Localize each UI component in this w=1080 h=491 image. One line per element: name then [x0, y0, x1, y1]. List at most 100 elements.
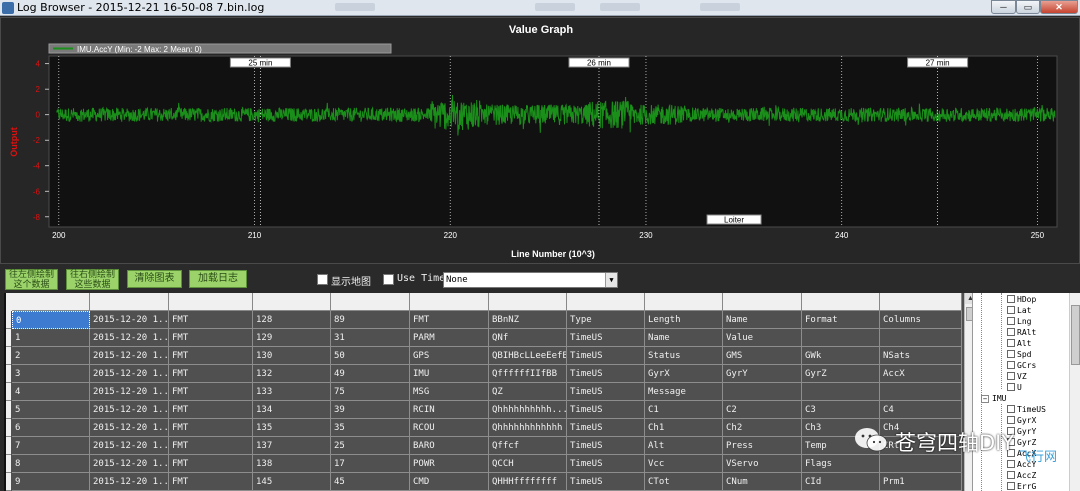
table-cell[interactable] — [802, 383, 880, 401]
table-cell[interactable]: 2015-12-20 1... — [90, 437, 169, 455]
table-cell[interactable]: Qhhhhhhhhhhhh — [489, 419, 567, 437]
table-cell[interactable]: TimeUS — [567, 419, 645, 437]
table-row[interactable]: 6 2015-12-20 1... FMT 135 35 RCOU Qhhhhhhhhhhh… — [6, 419, 962, 437]
table-cell[interactable]: QCCH — [489, 455, 567, 473]
tree-item[interactable]: RAlt — [1007, 327, 1036, 338]
table-cell[interactable]: 2015-12-20 1... — [90, 329, 169, 347]
table-cell[interactable]: 137 — [253, 437, 331, 455]
table-cell[interactable]: 2015-12-20 1... — [90, 473, 169, 491]
table-cell[interactable]: FMT — [169, 329, 253, 347]
table-cell[interactable]: Status — [645, 347, 723, 365]
table-cell[interactable]: RCIN — [410, 401, 489, 419]
tree-item-checkbox[interactable] — [1007, 383, 1015, 391]
table-cell[interactable]: 1 — [12, 329, 90, 347]
table-row[interactable]: 1 2015-12-20 1... FMT 129 31 PARM QNf TimeUS Nam… — [6, 329, 962, 347]
row-header[interactable] — [6, 347, 11, 365]
table-cell[interactable]: 39 — [331, 401, 410, 419]
tree-item-checkbox[interactable] — [1007, 328, 1015, 336]
table-cell[interactable]: 2015-12-20 1... — [90, 455, 169, 473]
column-header[interactable] — [12, 293, 90, 311]
table-cell[interactable]: 31 — [331, 329, 410, 347]
table-cell[interactable]: IMU — [410, 365, 489, 383]
table-cell[interactable]: TimeUS — [567, 329, 645, 347]
table-cell[interactable]: FMT — [169, 401, 253, 419]
table-cell[interactable]: CId — [802, 473, 880, 491]
tree-item[interactable]: Lng — [1007, 316, 1031, 327]
table-cell[interactable]: 130 — [253, 347, 331, 365]
tree-item[interactable]: Lat — [1007, 305, 1031, 316]
table-cell[interactable]: FMT — [410, 311, 489, 329]
table-cell[interactable]: Alt — [645, 437, 723, 455]
table-cell[interactable]: 129 — [253, 329, 331, 347]
tree-item-checkbox[interactable] — [1007, 317, 1015, 325]
tree-vertical-scrollbar[interactable] — [1069, 293, 1080, 491]
table-cell[interactable]: Press — [723, 437, 802, 455]
table-cell[interactable]: Format — [802, 311, 880, 329]
table-cell[interactable]: 7 — [12, 437, 90, 455]
table-cell[interactable]: 134 — [253, 401, 331, 419]
table-cell[interactable]: 4 — [12, 383, 90, 401]
table-cell[interactable]: 2015-12-20 1... — [90, 311, 169, 329]
column-header[interactable] — [802, 293, 880, 311]
table-cell[interactable]: BARO — [410, 437, 489, 455]
table-cell[interactable]: 75 — [331, 383, 410, 401]
use-time-checkbox[interactable] — [383, 274, 394, 285]
tree-item-checkbox[interactable] — [1007, 350, 1015, 358]
table-cell[interactable]: TimeUS — [567, 473, 645, 491]
table-cell[interactable]: FMT — [169, 311, 253, 329]
tree-item[interactable]: HDop — [1007, 294, 1036, 305]
table-cell[interactable]: GPS — [410, 347, 489, 365]
table-cell[interactable]: NSats — [880, 347, 962, 365]
table-cell[interactable]: Message — [645, 383, 723, 401]
table-cell[interactable]: GWk — [802, 347, 880, 365]
table-cell[interactable] — [880, 329, 962, 347]
table-cell[interactable]: 50 — [331, 347, 410, 365]
table-cell[interactable]: 49 — [331, 365, 410, 383]
graph-left-button[interactable]: 往左侧绘制 这个数据 — [5, 269, 58, 290]
table-cell[interactable]: Ch2 — [723, 419, 802, 437]
table-cell[interactable]: 138 — [253, 455, 331, 473]
column-header[interactable] — [645, 293, 723, 311]
table-cell[interactable]: 17 — [331, 455, 410, 473]
tree-item-checkbox[interactable] — [1007, 405, 1015, 413]
row-header[interactable] — [6, 329, 11, 347]
table-cell[interactable]: TimeUS — [567, 401, 645, 419]
tree-group-imu[interactable]: − IMU — [981, 393, 1006, 404]
table-cell[interactable]: 0 — [12, 311, 90, 329]
tree-item[interactable]: GCrs — [1007, 360, 1036, 371]
table-cell[interactable]: Qffcf — [489, 437, 567, 455]
table-cell[interactable]: Vcc — [645, 455, 723, 473]
table-cell[interactable]: CTot — [645, 473, 723, 491]
table-cell[interactable]: GyrY — [723, 365, 802, 383]
column-header[interactable] — [723, 293, 802, 311]
table-row[interactable]: 4 2015-12-20 1... FMT 133 75 MSG QZ TimeUS Messa… — [6, 383, 962, 401]
value-graph-chart[interactable]: 200 210 220 230 240 250 4 2 0 -2 -4 -6 -8 25 min 26 … — [1, 18, 1080, 265]
tree-item-checkbox[interactable] — [1007, 339, 1015, 347]
minimize-button[interactable]: ─ — [991, 0, 1016, 14]
table-cell[interactable] — [723, 383, 802, 401]
graph-right-button[interactable]: 往右侧绘制 这些数据 — [66, 269, 119, 290]
table-cell[interactable]: QHHHffffffff — [489, 473, 567, 491]
table-row[interactable]: 8 2015-12-20 1... FMT 138 17 POWR QCCH TimeUS Vc… — [6, 455, 962, 473]
tree-item-checkbox[interactable] — [1007, 306, 1015, 314]
table-cell[interactable]: VServo — [723, 455, 802, 473]
table-cell[interactable]: GyrZ — [802, 365, 880, 383]
column-header[interactable] — [410, 293, 489, 311]
table-row[interactable]: 5 2015-12-20 1... FMT 134 39 RCIN Qhhhhhhhhhh.… — [6, 401, 962, 419]
clear-graph-button[interactable]: 清除图表 — [127, 270, 182, 288]
table-cell[interactable]: MSG — [410, 383, 489, 401]
table-row[interactable]: 7 2015-12-20 1... FMT 137 25 BARO Qffcf TimeUS A… — [6, 437, 962, 455]
tree-item[interactable]: Alt — [1007, 338, 1031, 349]
table-cell[interactable]: 9 — [12, 473, 90, 491]
table-cell[interactable]: 135 — [253, 419, 331, 437]
row-header[interactable] — [6, 383, 11, 401]
table-cell[interactable] — [880, 455, 962, 473]
table-cell[interactable]: BBnNZ — [489, 311, 567, 329]
row-header[interactable] — [6, 365, 11, 383]
table-cell[interactable]: POWR — [410, 455, 489, 473]
table-cell[interactable]: Type — [567, 311, 645, 329]
load-log-button[interactable]: 加载日志 — [189, 270, 247, 288]
tree-item[interactable]: TimeUS — [1007, 404, 1046, 415]
table-cell[interactable]: TimeUS — [567, 365, 645, 383]
row-header[interactable] — [6, 311, 11, 329]
